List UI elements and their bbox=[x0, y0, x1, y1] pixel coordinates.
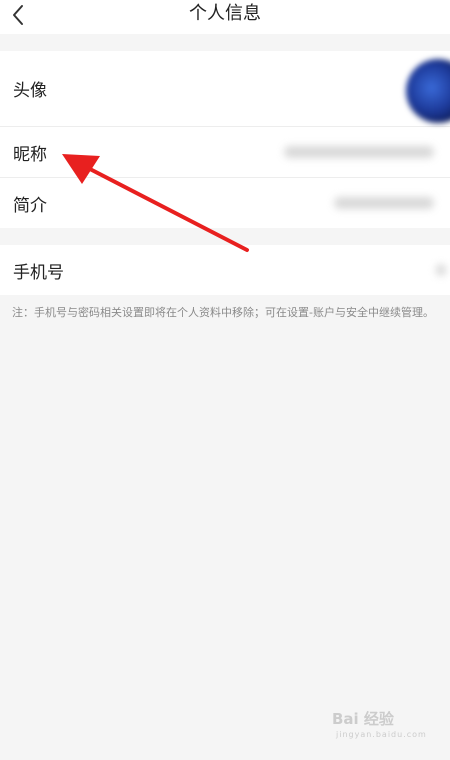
avatar-label: 头像 bbox=[13, 81, 47, 101]
profile-section: 头像 昵称 简介 bbox=[0, 51, 450, 228]
bio-row[interactable]: 简介 bbox=[0, 178, 450, 228]
nickname-value-blurred bbox=[284, 146, 434, 158]
bio-value-blurred bbox=[334, 197, 434, 209]
nickname-row[interactable]: 昵称 bbox=[0, 127, 450, 178]
phone-section: 手机号 bbox=[0, 245, 450, 295]
avatar-row[interactable]: 头像 bbox=[0, 51, 450, 127]
bio-label: 简介 bbox=[13, 195, 47, 216]
phone-note: 注：手机号与密码相关设置即将在个人资料中移除；可在设置-账户与安全中继续管理。 bbox=[12, 306, 434, 319]
watermark-url: jingyan.baidu.com bbox=[336, 730, 427, 739]
avatar bbox=[406, 59, 450, 123]
phone-value-blurred bbox=[436, 264, 446, 276]
watermark-brand: Bai 经验 bbox=[332, 710, 394, 728]
phone-label: 手机号 bbox=[13, 262, 64, 283]
phone-row[interactable]: 手机号 bbox=[0, 245, 450, 295]
nickname-label: 昵称 bbox=[13, 144, 47, 165]
page-title: 个人信息 bbox=[189, 3, 261, 24]
top-bar: 个人信息 bbox=[0, 0, 450, 34]
watermark: Bai 经验 jingyan.baidu.com bbox=[332, 708, 426, 742]
